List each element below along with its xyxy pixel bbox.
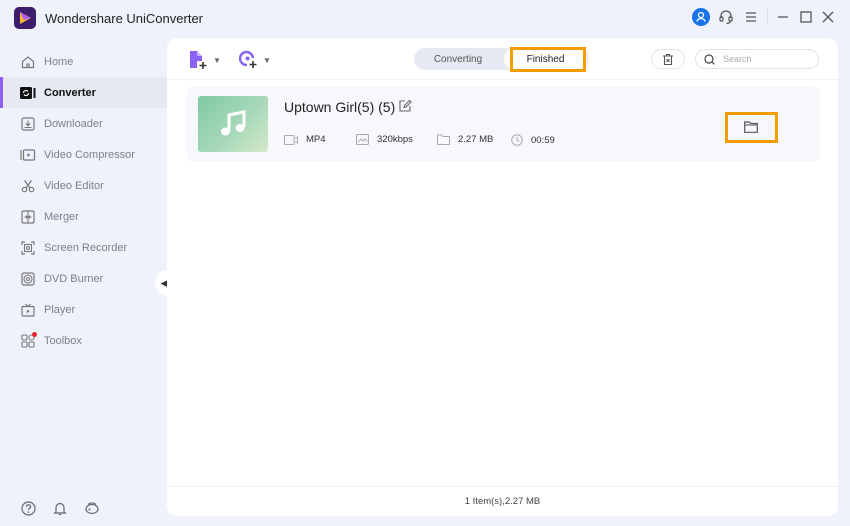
sidebar-item-label: Merger [44,210,79,223]
sidebar-item-converter[interactable]: Converter [0,77,167,108]
file-item[interactable]: Uptown Girl(5) (5) MP4 320kbps 2.27 MB 0… [186,87,820,161]
edit-name-icon[interactable] [398,99,412,113]
notification-dot [32,331,37,337]
size-value: 2.27 MB [458,134,494,145]
file-size: 2.27 MB [437,134,493,145]
open-folder-button[interactable] [727,114,774,140]
bitrate-value: 320kbps [377,134,413,145]
close-icon[interactable] [819,8,837,26]
chevron-down-icon: ▼ [213,55,221,65]
music-note-icon [221,110,246,136]
sidebar-item-merger[interactable]: Merger [0,201,167,232]
sidebar-item-screen-recorder[interactable]: Screen Recorder [0,232,167,263]
account-icon[interactable] [692,8,710,26]
open-folder-icon [743,121,758,133]
status-bar: 1 Item(s),2.27 MB [167,486,838,516]
sidebar-item-label: Screen Recorder [44,241,128,254]
search-input[interactable] [723,54,803,64]
sidebar-item-label: DVD Burner [44,272,104,285]
chevron-down-icon: ▼ [263,55,271,65]
search-box[interactable] [695,49,819,69]
title-bar: Wondershare UniConverter [0,0,850,36]
sidebar-item-home[interactable]: Home [0,46,167,77]
clock-icon [511,134,523,146]
file-thumbnail [198,96,268,152]
file-name: Uptown Girl(5) (5) [284,99,396,115]
screen-recorder-icon [20,240,36,256]
sidebar-item-label: Player [44,303,76,316]
sidebar-item-downloader[interactable]: Downloader [0,108,167,139]
sidebar-item-label: Toolbox [44,334,82,347]
bell-icon[interactable] [52,500,68,516]
add-file-icon [190,51,207,69]
sidebar-item-label: Downloader [44,117,103,130]
sidebar-item-label: Converter [44,86,96,99]
feedback-icon[interactable] [84,500,100,516]
trash-icon [663,53,673,65]
sidebar: Home Converter Downloader Video Compress… [0,46,167,356]
sidebar-item-video-compressor[interactable]: Video Compressor [0,139,167,170]
minimize-icon[interactable] [774,8,792,26]
file-duration: 00:59 [511,134,555,146]
sidebar-bottom-icons [20,500,100,516]
file-format: MP4 [284,134,326,145]
menu-icon[interactable] [742,8,760,26]
folder-icon [437,134,450,145]
home-icon [20,54,36,70]
sidebar-item-player[interactable]: Player [0,294,167,325]
toolbar: ▼ ▼ Converting Finished [167,38,838,80]
bitrate-icon [356,134,369,145]
dvd-burner-icon [20,271,36,287]
app-logo-icon [14,7,36,29]
downloader-icon [20,116,36,132]
app-title: Wondershare UniConverter [45,11,203,26]
toolbox-icon [20,331,37,349]
add-media-button[interactable]: ▼ [239,49,271,71]
add-media-icon [239,50,257,68]
support-icon[interactable] [717,8,735,26]
duration-value: 00:59 [531,134,555,146]
help-icon[interactable] [20,500,36,516]
status-tabs: Converting Finished [414,48,589,70]
sidebar-item-label: Video Editor [44,179,104,192]
sidebar-item-label: Video Compressor [44,148,135,161]
maximize-icon[interactable] [797,8,815,26]
main-panel: ▼ ▼ Converting Finished Uptown Girl(5) (… [167,38,838,516]
video-format-icon [284,134,298,145]
video-compressor-icon [20,147,36,163]
sidebar-item-toolbox[interactable]: Toolbox [0,325,167,356]
merger-icon [20,209,36,225]
sidebar-item-label: Home [44,55,74,68]
format-value: MP4 [306,134,326,145]
sidebar-item-video-editor[interactable]: Video Editor [0,170,167,201]
converter-icon [20,85,36,101]
title-separator [767,9,768,25]
file-bitrate: 320kbps [356,134,413,145]
add-file-button[interactable]: ▼ [189,49,221,71]
status-summary: 1 Item(s),2.27 MB [464,496,541,507]
tab-finished[interactable]: Finished [504,48,587,70]
search-icon [704,53,715,65]
video-editor-icon [20,178,36,194]
player-icon [20,302,36,318]
tab-converting[interactable]: Converting [414,48,502,70]
delete-button[interactable] [651,49,685,69]
sidebar-item-dvd-burner[interactable]: DVD Burner [0,263,167,294]
